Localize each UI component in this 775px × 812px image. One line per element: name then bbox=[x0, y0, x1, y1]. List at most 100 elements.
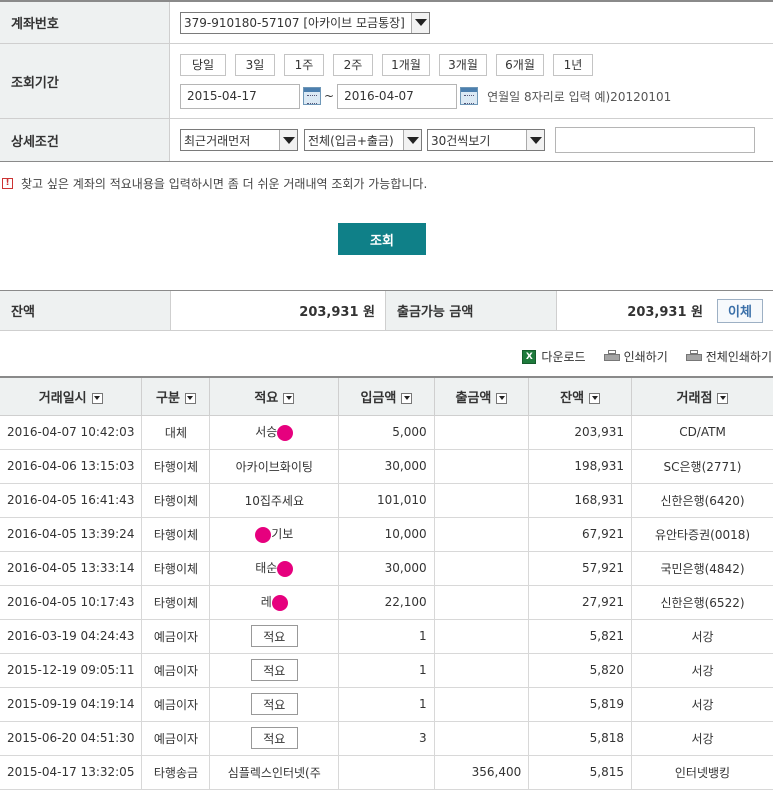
table-row[interactable]: 2016-04-05 16:41:43 타행이체 10집주세요 101,010 168,… bbox=[0, 482, 773, 518]
cell-balance: 57,921 bbox=[528, 550, 632, 586]
table-row[interactable]: 2015-09-19 04:19:14 예금이자 적요 1 5,819 서강 bbox=[0, 686, 773, 722]
count-select[interactable]: 30건씩보기 bbox=[427, 129, 545, 151]
cell-deposit: 1 bbox=[338, 618, 435, 654]
cell-deposit: 5,000 bbox=[338, 414, 435, 450]
cell-type: 예금이자 bbox=[141, 720, 211, 756]
chevron-down-icon bbox=[403, 130, 421, 150]
chevron-down-icon bbox=[411, 12, 429, 33]
sort-icon[interactable] bbox=[589, 392, 601, 404]
account-select[interactable]: 379-910180-57107 [아카이브 모금통장] bbox=[180, 11, 430, 34]
column-header-balance[interactable]: 잔액 bbox=[528, 377, 632, 416]
date-from-input[interactable]: 2015-04-17 bbox=[180, 83, 300, 109]
date-range: 2015-04-17 ~ 2016-04-07 연월일 8자리로 입력 예)20… bbox=[180, 83, 671, 109]
cell-branch: 국민은행(4842) bbox=[631, 550, 773, 586]
available-value: 203,931 원 bbox=[627, 305, 703, 320]
period-buttons: 당일 3일 1주 2주 1개월 3개월 6개월 1년 bbox=[180, 53, 602, 76]
cell-deposit: 30,000 bbox=[338, 448, 435, 484]
type-select[interactable]: 전체(입금+출금) bbox=[304, 129, 422, 151]
sort-icon[interactable] bbox=[496, 392, 508, 404]
excel-icon: X bbox=[522, 349, 537, 364]
table-row[interactable]: 2016-03-19 04:24:43 예금이자 적요 1 5,821 서강 bbox=[0, 618, 773, 654]
memo-text: 레 bbox=[260, 595, 272, 610]
period-button-3days[interactable]: 3일 bbox=[235, 53, 275, 76]
column-header-branch[interactable]: 거래점 bbox=[631, 377, 773, 416]
print-all-button[interactable]: 전체인쇄하기 bbox=[685, 348, 772, 365]
memo-search-input[interactable] bbox=[555, 127, 755, 153]
column-header-withdraw[interactable]: 출금액 bbox=[433, 377, 530, 416]
table-row[interactable]: 2015-06-20 04:51:30 예금이자 적요 3 5,818 서강 bbox=[0, 720, 773, 756]
cell-datetime: 2016-04-05 13:33:14 bbox=[0, 550, 143, 586]
memo-text: 10집주세요 bbox=[244, 493, 304, 508]
cell-deposit: 10,000 bbox=[338, 516, 435, 552]
sort-icon[interactable] bbox=[717, 392, 729, 404]
table-row[interactable]: 2016-04-06 13:15:03 타행이체 아카이브화이팅 30,000 198,… bbox=[0, 448, 773, 484]
column-header-deposit[interactable]: 입금액 bbox=[338, 377, 435, 416]
column-header-datetime[interactable]: 거래일시 bbox=[0, 377, 143, 416]
account-row: 계좌번호 379-910180-57107 [아카이브 모금통장] bbox=[0, 2, 773, 44]
calendar-icon[interactable] bbox=[460, 87, 479, 105]
balance-label: 잔액 bbox=[0, 291, 170, 330]
cell-balance: 5,820 bbox=[528, 652, 632, 688]
balance-bar: 잔액 203,931 원 출금가능 금액 203,931 원 이체 bbox=[0, 290, 773, 331]
cell-deposit: 22,100 bbox=[338, 584, 435, 620]
cell-datetime: 2016-04-07 10:42:03 bbox=[0, 414, 143, 450]
sort-icon[interactable] bbox=[401, 392, 413, 404]
period-button-1year[interactable]: 1년 bbox=[553, 53, 593, 76]
account-label: 계좌번호 bbox=[0, 2, 170, 43]
cell-deposit: 101,010 bbox=[338, 482, 435, 518]
sort-icon[interactable] bbox=[91, 392, 103, 404]
memo-text: 아카이브화이팅 bbox=[235, 459, 313, 474]
sort-icon[interactable] bbox=[184, 392, 196, 404]
cell-memo: 적요 bbox=[209, 686, 340, 722]
cell-balance: 5,819 bbox=[528, 686, 632, 722]
cell-withdraw bbox=[433, 448, 530, 484]
column-header-memo[interactable]: 적요 bbox=[209, 377, 340, 416]
table-row[interactable]: 2015-12-19 09:05:11 예금이자 적요 1 5,820 서강 bbox=[0, 652, 773, 688]
memo-button[interactable]: 적요 bbox=[250, 659, 298, 681]
cell-type: 예금이자 bbox=[141, 686, 211, 722]
transfer-button[interactable]: 이체 bbox=[717, 298, 763, 323]
cell-branch: 서강 bbox=[631, 686, 773, 722]
download-button[interactable]: X 다운로드 bbox=[522, 348, 586, 365]
table-row[interactable]: 2015-04-17 13:32:05 타행송금 심플렉스인터넷(주 356,400 5… bbox=[0, 754, 773, 790]
cell-balance: 5,821 bbox=[528, 618, 632, 654]
detail-label: 상세조건 bbox=[0, 119, 170, 161]
period-button-3months[interactable]: 3개월 bbox=[439, 53, 487, 76]
cell-memo: 기보 bbox=[209, 516, 340, 552]
period-button-2weeks[interactable]: 2주 bbox=[333, 53, 373, 76]
notice-text: 찾고 싶은 계좌의 적요내용을 입력하시면 좀 더 쉬운 거래내역 조회가 가능… bbox=[21, 177, 428, 191]
table-row[interactable]: 2016-04-05 13:39:24 타행이체 기보 10,000 67,921 유안타… bbox=[0, 516, 773, 552]
table-row[interactable]: 2016-04-05 13:33:14 타행이체 태순 30,000 57,921 국민은… bbox=[0, 550, 773, 586]
period-button-today[interactable]: 당일 bbox=[180, 53, 226, 76]
cell-branch: 인터넷뱅킹 bbox=[631, 754, 773, 790]
cell-deposit: 30,000 bbox=[338, 550, 435, 586]
table-row[interactable]: 2016-04-05 10:17:43 타행이체 레 22,100 27,921 신한은행… bbox=[0, 584, 773, 620]
memo-text: 기보 bbox=[271, 527, 294, 542]
print-button[interactable]: 인쇄하기 bbox=[603, 348, 668, 365]
memo-text: 심플렉스인터넷(주 bbox=[227, 765, 321, 780]
period-button-1month[interactable]: 1개월 bbox=[382, 53, 430, 76]
sort-icon[interactable] bbox=[283, 392, 295, 404]
cell-datetime: 2015-09-19 04:19:14 bbox=[0, 686, 143, 722]
date-to-input[interactable]: 2016-04-07 bbox=[337, 83, 458, 109]
order-select[interactable]: 최근거래먼저 bbox=[180, 129, 298, 151]
search-button[interactable]: 조회 bbox=[338, 223, 426, 255]
cell-type: 타행이체 bbox=[141, 516, 211, 552]
transactions-table: 거래일시 구분 적요 입금액 출금액 잔액 거래점 2016-04-07 10:… bbox=[0, 376, 773, 790]
cell-deposit: 3 bbox=[338, 720, 435, 756]
account-select-value: 379-910180-57107 [아카이브 모금통장] bbox=[184, 16, 405, 30]
memo-button[interactable]: 적요 bbox=[250, 727, 298, 749]
print-all-label: 전체인쇄하기 bbox=[705, 350, 772, 364]
cell-withdraw bbox=[433, 652, 530, 688]
cell-datetime: 2016-04-05 13:39:24 bbox=[0, 516, 143, 552]
column-header-type[interactable]: 구분 bbox=[141, 377, 211, 416]
period-button-1week[interactable]: 1주 bbox=[284, 53, 324, 76]
period-button-6months[interactable]: 6개월 bbox=[496, 53, 544, 76]
table-row[interactable]: 2016-04-07 10:42:03 대체 서승 5,000 203,931 CD/AT… bbox=[0, 414, 773, 450]
memo-button[interactable]: 적요 bbox=[250, 693, 298, 715]
chevron-down-icon bbox=[526, 130, 544, 150]
cell-withdraw bbox=[433, 584, 530, 620]
calendar-icon[interactable] bbox=[303, 87, 321, 105]
period-label: 조회기간 bbox=[0, 44, 170, 118]
memo-button[interactable]: 적요 bbox=[250, 625, 298, 647]
